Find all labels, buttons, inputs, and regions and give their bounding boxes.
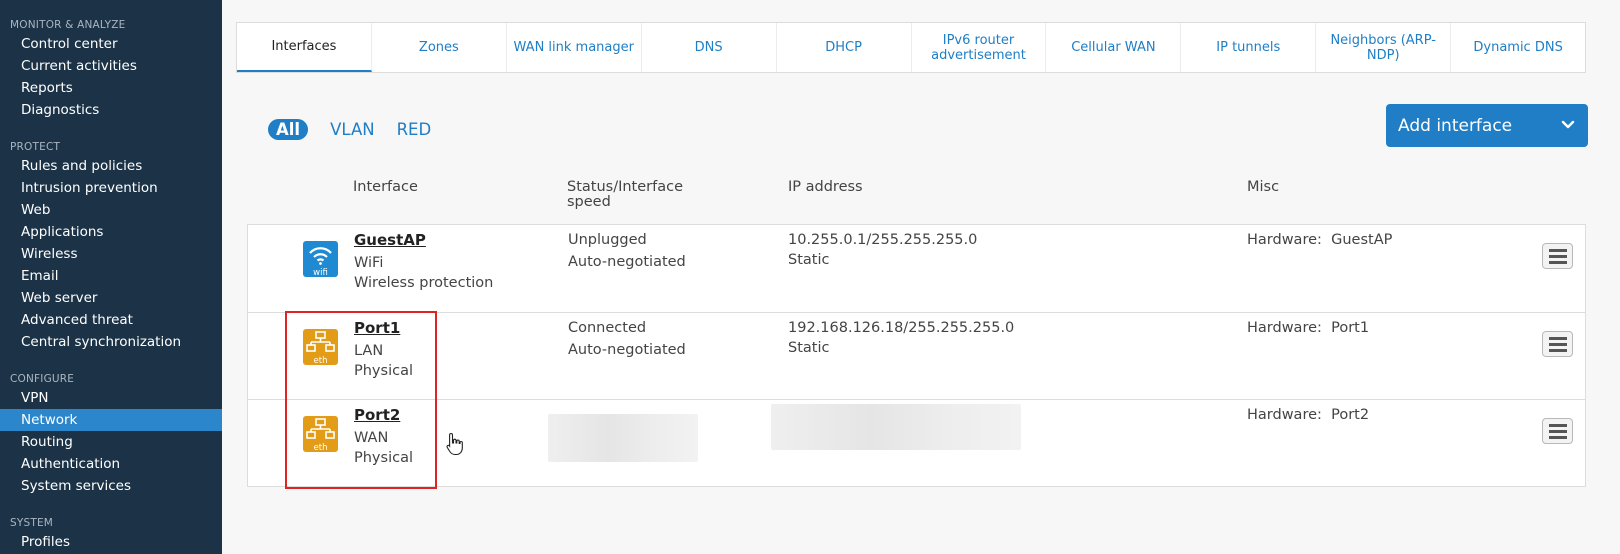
- tab-bar: Interfaces Zones WAN link manager DNS DH…: [236, 22, 1586, 73]
- interface-name-link[interactable]: Port2: [354, 405, 413, 425]
- tab-dynamic-dns[interactable]: Dynamic DNS: [1451, 23, 1585, 72]
- interface-type: LAN: [354, 343, 384, 359]
- column-header-misc: Misc: [1247, 179, 1280, 195]
- tab-neighbors[interactable]: Neighbors (ARP-NDP): [1316, 23, 1452, 72]
- interface-status: Unplugged: [568, 232, 647, 248]
- hardware-value: GuestAP: [1331, 232, 1393, 248]
- interface-ip-mode: Static: [788, 340, 830, 356]
- hardware-label: Hardware:: [1247, 232, 1322, 248]
- nav-web-server[interactable]: Web server: [0, 287, 222, 309]
- add-interface-button[interactable]: Add interface: [1386, 104, 1588, 147]
- nav-profiles[interactable]: Profiles: [0, 531, 222, 553]
- wifi-icon-label: wifi: [313, 268, 328, 277]
- ethernet-icon-label: eth: [314, 356, 328, 365]
- nav-reports[interactable]: Reports: [0, 77, 222, 99]
- table-row: wifi GuestAP WiFi Wireless protection Un…: [248, 225, 1585, 312]
- tab-ipv6-router-advertisement[interactable]: IPv6 router advertisement: [912, 23, 1047, 72]
- filter-vlan[interactable]: VLAN: [330, 120, 375, 139]
- nav-diagnostics[interactable]: Diagnostics: [0, 99, 222, 121]
- interface-status: Connected: [568, 320, 647, 336]
- hardware-label: Hardware:: [1247, 407, 1322, 423]
- filter-red[interactable]: RED: [397, 120, 432, 139]
- hardware-value: Port1: [1331, 320, 1370, 336]
- ethernet-icon: eth: [303, 329, 338, 366]
- nav-control-center[interactable]: Control center: [0, 33, 222, 55]
- ethernet-icon: eth: [303, 416, 338, 453]
- redacted-status: [548, 414, 698, 462]
- ethernet-icon-label: eth: [314, 443, 328, 452]
- interface-ip: 10.255.0.1/255.255.255.0: [788, 232, 978, 248]
- interface-type: WiFi: [354, 255, 384, 271]
- tab-interfaces[interactable]: Interfaces: [237, 23, 372, 72]
- nav-email[interactable]: Email: [0, 265, 222, 287]
- tab-cellular-wan[interactable]: Cellular WAN: [1046, 23, 1182, 72]
- add-interface-label: Add interface: [1398, 115, 1513, 136]
- row-menu-button[interactable]: [1542, 331, 1573, 357]
- interface-name-link[interactable]: GuestAP: [354, 230, 493, 250]
- interface-ip-mode: Static: [788, 252, 830, 268]
- column-header-status: Status/Interface speed: [567, 179, 684, 210]
- table-row: eth Port1 LAN Physical Connected Auto-ne…: [248, 312, 1585, 399]
- row-menu-button[interactable]: [1542, 243, 1573, 269]
- nav-central-synchronization[interactable]: Central synchronization: [0, 331, 222, 353]
- row-menu-button[interactable]: [1542, 418, 1573, 444]
- interface-type: WAN: [354, 430, 389, 446]
- nav-web[interactable]: Web: [0, 199, 222, 221]
- nav-rules-and-policies[interactable]: Rules and policies: [0, 155, 222, 177]
- redacted-ip-address: [771, 404, 1021, 450]
- nav-intrusion-prevention[interactable]: Intrusion prevention: [0, 177, 222, 199]
- interface-speed: Auto-negotiated: [568, 342, 686, 358]
- nav-vpn[interactable]: VPN: [0, 387, 222, 409]
- hardware-label: Hardware:: [1247, 320, 1322, 336]
- nav-system-services[interactable]: System services: [0, 475, 222, 497]
- sidebar: MONITOR & ANALYZE Control center Current…: [0, 0, 222, 554]
- column-header-interface: Interface: [353, 179, 418, 195]
- hardware-value: Port2: [1331, 407, 1370, 423]
- tab-ip-tunnels[interactable]: IP tunnels: [1181, 23, 1317, 72]
- tab-zones[interactable]: Zones: [372, 23, 507, 72]
- nav-network[interactable]: Network: [0, 409, 222, 431]
- wifi-icon: wifi: [303, 241, 338, 278]
- nav-authentication[interactable]: Authentication: [0, 453, 222, 475]
- filter-group: All VLAN RED: [268, 119, 431, 140]
- nav-current-activities[interactable]: Current activities: [0, 55, 222, 77]
- interface-subtype: Physical: [354, 363, 413, 379]
- nav-advanced-threat[interactable]: Advanced threat: [0, 309, 222, 331]
- section-title-system: SYSTEM: [10, 517, 54, 529]
- hand-cursor-icon: [446, 432, 463, 456]
- section-title-configure: CONFIGURE: [10, 373, 75, 385]
- nav-routing[interactable]: Routing: [0, 431, 222, 453]
- section-title-monitor: MONITOR & ANALYZE: [10, 19, 126, 31]
- interface-subtype: Wireless protection: [354, 275, 494, 291]
- filter-all[interactable]: All: [268, 119, 309, 140]
- interface-ip: 192.168.126.18/255.255.255.0: [788, 320, 1015, 336]
- tab-wan-link-manager[interactable]: WAN link manager: [507, 23, 642, 72]
- interface-subtype: Physical: [354, 450, 413, 466]
- section-title-protect: PROTECT: [10, 141, 61, 153]
- nav-wireless[interactable]: Wireless: [0, 243, 222, 265]
- column-header-ip: IP address: [788, 179, 863, 195]
- interface-name-link[interactable]: Port1: [354, 318, 413, 338]
- chevron-down-icon: [1561, 120, 1575, 129]
- interface-speed: Auto-negotiated: [568, 254, 686, 270]
- tab-dhcp[interactable]: DHCP: [777, 23, 912, 72]
- tab-dns[interactable]: DNS: [642, 23, 777, 72]
- nav-applications[interactable]: Applications: [0, 221, 222, 243]
